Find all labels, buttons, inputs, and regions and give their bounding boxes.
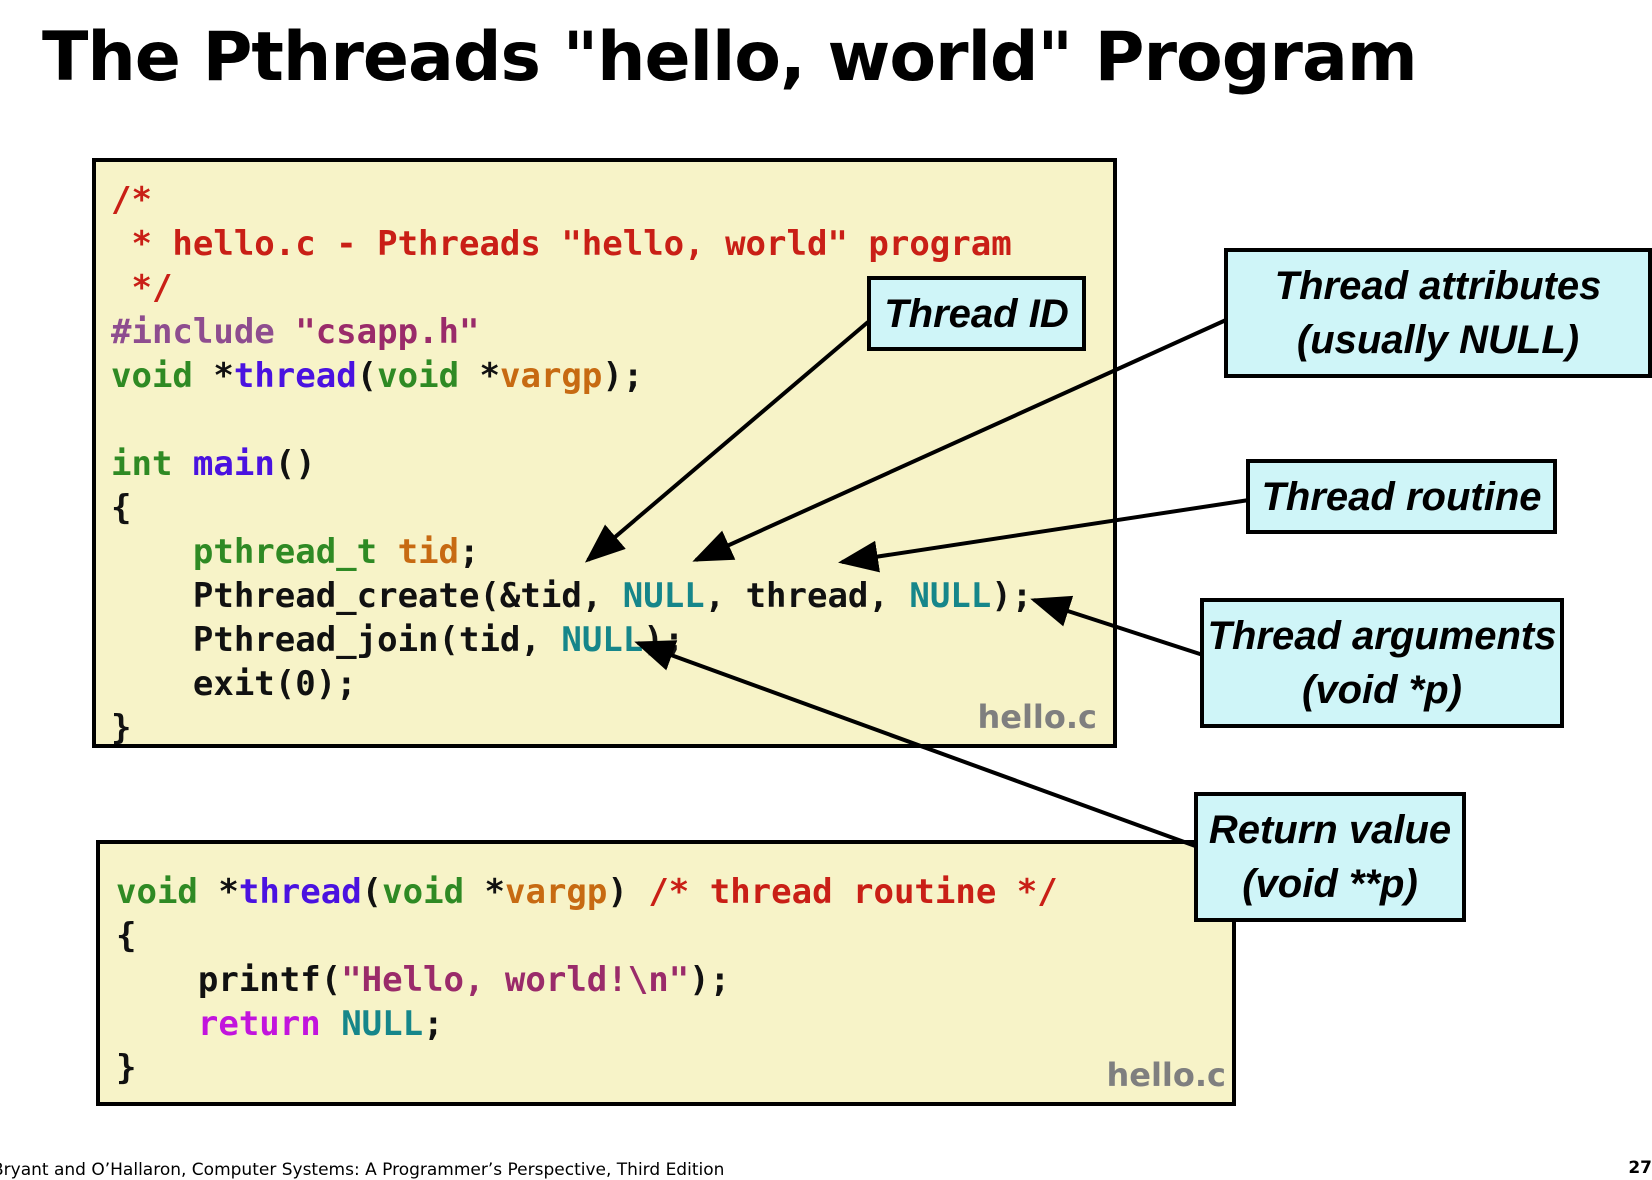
code-token: thread bbox=[238, 872, 362, 912]
code-token: * bbox=[197, 872, 239, 912]
code-token: ; bbox=[423, 1004, 444, 1044]
code-token: * bbox=[192, 356, 234, 396]
code-token: "Hello, world!\n" bbox=[341, 960, 690, 1000]
code-token: return bbox=[197, 1004, 321, 1044]
code-token: "csapp.h" bbox=[295, 312, 480, 352]
callout-thread-attributes-line1: Thread attributes bbox=[1274, 264, 1602, 308]
code-token: ) bbox=[607, 872, 649, 912]
code-line: exit(0); bbox=[111, 662, 1032, 706]
code-token: #include bbox=[111, 312, 296, 352]
thread-code-box: void *thread(void *vargp) /* thread rout… bbox=[96, 840, 1236, 1106]
code-token: ); bbox=[991, 576, 1033, 616]
callout-thread-routine-label: Thread routine bbox=[1261, 474, 1542, 519]
slide-footer: Bryant and O’Hallaron, Computer Systems:… bbox=[0, 1160, 725, 1180]
code-line: } bbox=[111, 706, 1032, 750]
code-token: void bbox=[382, 872, 465, 912]
code-line: pthread_t tid; bbox=[111, 530, 1032, 574]
code-token: pthread_t bbox=[192, 532, 378, 572]
code-token: Pthread_join(tid, bbox=[111, 620, 562, 660]
code-token: tid bbox=[397, 532, 460, 572]
code-token: { bbox=[116, 916, 137, 956]
code-token: printf( bbox=[116, 960, 342, 1000]
code-line: void *thread(void *vargp); bbox=[111, 354, 1032, 398]
code-token: void bbox=[116, 872, 198, 912]
code-line: { bbox=[116, 914, 1058, 958]
code-token: */ bbox=[111, 268, 173, 308]
code-token: void bbox=[377, 356, 460, 396]
code-token: * bbox=[464, 872, 505, 912]
code-token: thread bbox=[233, 356, 357, 396]
code-line: } bbox=[116, 1046, 1058, 1090]
thread-code-filename: hello.c bbox=[1106, 1056, 1226, 1094]
code-token: ); bbox=[689, 960, 731, 1000]
code-line: return NULL; bbox=[116, 1002, 1058, 1046]
code-token: NULL bbox=[622, 576, 705, 616]
code-token: /* bbox=[111, 180, 152, 220]
callout-return-value: Return value (void **p) bbox=[1194, 792, 1466, 922]
code-token: ( bbox=[361, 872, 383, 912]
callout-return-value-line2: (void **p) bbox=[1242, 862, 1418, 906]
code-token: /* thread routine */ bbox=[648, 872, 1058, 912]
thread-code-listing: void *thread(void *vargp) /* thread rout… bbox=[116, 870, 1058, 1090]
callout-thread-attributes: Thread attributes (usually NULL) bbox=[1224, 248, 1652, 378]
callout-thread-arguments-line1: Thread arguments bbox=[1207, 614, 1557, 658]
callout-thread-id-label: Thread ID bbox=[884, 291, 1069, 336]
code-line: void *thread(void *vargp) /* thread rout… bbox=[116, 870, 1058, 914]
main-code-box: /* * hello.c - Pthreads "hello, world" p… bbox=[92, 158, 1117, 748]
code-line: int main() bbox=[111, 442, 1032, 486]
callout-thread-routine: Thread routine bbox=[1246, 459, 1557, 534]
callout-thread-arguments: Thread arguments (void *p) bbox=[1200, 598, 1564, 728]
code-line: /* bbox=[111, 178, 1032, 222]
slide-title: The Pthreads "hello, world" Program bbox=[42, 18, 1418, 97]
callout-return-value-line1: Return value bbox=[1208, 808, 1452, 852]
code-line: Pthread_create(&tid, NULL, thread, NULL)… bbox=[111, 574, 1032, 618]
code-line: printf("Hello, world!\n"); bbox=[116, 958, 1058, 1002]
code-token: } bbox=[111, 708, 132, 748]
code-line: { bbox=[111, 486, 1032, 530]
code-token: } bbox=[116, 1048, 137, 1088]
callout-thread-id: Thread ID bbox=[867, 276, 1086, 351]
code-token: main bbox=[192, 444, 275, 484]
code-token: * hello.c - Pthreads "hello, world" prog… bbox=[111, 224, 1012, 264]
code-token: ( bbox=[356, 356, 378, 396]
main-code-listing: /* * hello.c - Pthreads "hello, world" p… bbox=[111, 178, 1032, 750]
code-token: void bbox=[111, 356, 193, 396]
code-token: () bbox=[274, 444, 316, 484]
code-token: vargp bbox=[500, 356, 603, 396]
code-token: NULL bbox=[909, 576, 992, 616]
code-token: vargp bbox=[505, 872, 608, 912]
code-token: exit(0); bbox=[111, 664, 357, 704]
code-line: Pthread_join(tid, NULL); bbox=[111, 618, 1032, 662]
code-token: Pthread_create(&tid, bbox=[111, 576, 623, 616]
code-line: * hello.c - Pthreads "hello, world" prog… bbox=[111, 222, 1032, 266]
page-number: 27 bbox=[1628, 1158, 1652, 1178]
code-token: ; bbox=[459, 532, 480, 572]
main-code-filename: hello.c bbox=[977, 698, 1097, 736]
code-token: ); bbox=[602, 356, 644, 396]
code-token: int bbox=[111, 444, 173, 484]
code-token: NULL bbox=[561, 620, 644, 660]
callout-thread-attributes-line2: (usually NULL) bbox=[1296, 318, 1580, 362]
code-token: * bbox=[459, 356, 500, 396]
code-token: { bbox=[111, 488, 132, 528]
code-token: NULL bbox=[341, 1004, 424, 1044]
code-token: , thread, bbox=[704, 576, 910, 616]
callout-thread-arguments-line2: (void *p) bbox=[1302, 668, 1462, 712]
code-token: ); bbox=[643, 620, 685, 660]
